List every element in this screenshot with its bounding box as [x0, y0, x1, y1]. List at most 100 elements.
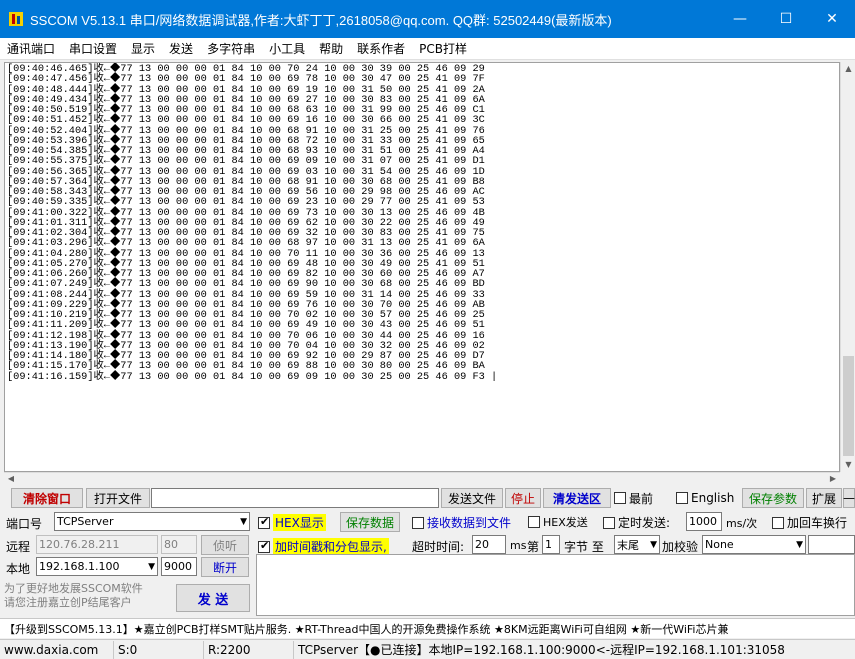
recv-to-file-checkbox-box[interactable] — [412, 516, 424, 529]
chevron-down-icon: ▼ — [148, 561, 155, 572]
scroll-right-icon[interactable]: ▶ — [826, 473, 840, 485]
front-checkbox[interactable]: 最前 — [614, 490, 653, 507]
receive-log[interactable]: [09:40:46.465]收←◆77 13 00 00 00 01 84 10… — [4, 62, 840, 472]
front-checkbox-box[interactable] — [614, 492, 626, 504]
nth-label: 第 — [527, 540, 540, 554]
byte-index-input[interactable]: 1 — [542, 535, 560, 554]
promo-ticker-text: 【升级到SSCOM5.13.1】★嘉立创PCB打样SMT贴片服务. ★RT-Th… — [4, 622, 729, 636]
hex-send-checkbox[interactable]: HEX发送 — [528, 514, 588, 530]
log-horizontal-scrollbar[interactable]: ◀ ▶ — [4, 472, 840, 484]
scroll-up-icon[interactable]: ▲ — [841, 62, 855, 76]
promo-ticker[interactable]: 【升级到SSCOM5.13.1】★嘉立创PCB打样SMT贴片服务. ★RT-Th… — [0, 618, 855, 638]
log-line: [09:41:11.209]收←◆77 13 00 00 00 01 84 10… — [7, 319, 485, 332]
english-checkbox-box[interactable] — [676, 492, 688, 504]
menu-multi-string[interactable]: 多字符串 — [200, 40, 262, 57]
menu-contact[interactable]: 联系作者 — [350, 40, 412, 57]
menu-bar: 通讯端口 串口设置 显示 发送 多字符串 小工具 帮助 联系作者 PCB打样 — [0, 38, 855, 60]
add-crlf-checkbox-box[interactable] — [772, 516, 784, 529]
clear-window-button[interactable]: 清除窗口 — [11, 488, 83, 508]
remote-port-input[interactable]: 80 — [161, 535, 197, 554]
stop-button[interactable]: 停止 — [505, 488, 541, 508]
action-toolbar: 清除窗口 打开文件 发送文件 停止 清发送区 最前 English 保存参数 扩… — [0, 486, 855, 510]
local-ip-select[interactable]: 192.168.1.100 ▼ — [36, 557, 158, 576]
status-bar: www.daxia.com S:0 R:2200 TCPserver【●已连接】… — [0, 639, 855, 659]
save-data-button[interactable]: 保存数据 — [340, 512, 400, 532]
local-port-input[interactable]: 9000 — [161, 557, 197, 576]
timeout-label: 超时时间: — [412, 540, 465, 554]
checksum-select[interactable]: None ▼ — [702, 535, 806, 554]
save-params-button[interactable]: 保存参数 — [742, 488, 804, 508]
port-select-value: TCPServer — [57, 515, 114, 528]
log-line: [09:40:47.456]收←◆77 13 00 00 00 01 84 10… — [7, 73, 485, 86]
timeout-unit: ms — [510, 539, 527, 552]
end-select-value: 末尾 — [617, 538, 639, 552]
extra-input[interactable] — [808, 535, 855, 554]
clear-send-button[interactable]: 清发送区 — [543, 488, 611, 508]
status-connection: TCPserver【●已连接】本地IP=192.168.1.100:9000<-… — [298, 643, 785, 657]
menu-send[interactable]: 发送 — [162, 40, 200, 57]
window-title: SSCOM V5.13.1 串口/网络数据调试器,作者:大虾丁丁,2618058… — [30, 12, 612, 28]
english-checkbox[interactable]: English — [676, 491, 734, 505]
log-line: [09:40:59.335]收←◆77 13 00 00 00 01 84 10… — [7, 196, 485, 209]
chevron-down-icon: ▼ — [650, 539, 657, 550]
hex-send-label: HEX发送 — [543, 516, 588, 529]
timestamp-checkbox[interactable]: 加时间戳和分包显示, — [258, 538, 389, 555]
hex-send-checkbox-box[interactable] — [528, 516, 540, 528]
disconnect-button[interactable]: 断开 — [201, 557, 249, 577]
recv-to-file-checkbox[interactable]: 接收数据到文件 — [412, 514, 511, 531]
chevron-down-icon: ▼ — [796, 539, 803, 550]
log-line: [09:41:15.170]收←◆77 13 00 00 00 01 84 10… — [7, 360, 485, 373]
menu-port[interactable]: 通讯端口 — [0, 40, 62, 57]
promo-line-1: 为了更好地发展SSCOM软件 — [4, 582, 143, 595]
hex-display-label: HEX显示 — [273, 514, 326, 531]
scroll-down-icon[interactable]: ▼ — [841, 458, 855, 472]
open-file-button[interactable]: 打开文件 — [86, 488, 150, 508]
remote-ip-input[interactable]: 120.76.28.211 — [36, 535, 158, 554]
expand-button[interactable]: 扩展 — [806, 488, 842, 508]
collapse-button[interactable]: — — [843, 488, 855, 508]
send-file-button[interactable]: 发送文件 — [441, 488, 503, 508]
send-button[interactable]: 发 送 — [176, 584, 250, 612]
menu-help[interactable]: 帮助 — [312, 40, 350, 57]
status-sent-count: S:0 — [114, 640, 204, 659]
send-textarea[interactable] — [256, 554, 855, 616]
port-label: 端口号 — [6, 517, 43, 531]
log-line: [09:41:07.249]收←◆77 13 00 00 00 01 84 10… — [7, 278, 485, 291]
checksum-label: 加校验 — [662, 540, 699, 554]
scroll-left-icon[interactable]: ◀ — [4, 473, 18, 485]
checksum-select-value: None — [705, 538, 734, 551]
timed-send-checkbox-box[interactable] — [603, 516, 615, 529]
maximize-button[interactable]: ☐ — [763, 0, 809, 38]
byte-to-label: 字节 至 — [564, 540, 604, 554]
menu-tools[interactable]: 小工具 — [262, 40, 312, 57]
minimize-button[interactable]: — — [717, 0, 763, 38]
hex-display-checkbox-box[interactable] — [258, 515, 270, 529]
port-select[interactable]: TCPServer ▼ — [54, 512, 250, 531]
log-vertical-scrollbar[interactable]: ▲ ▼ — [840, 62, 855, 472]
listen-button[interactable]: 侦听 — [201, 535, 249, 555]
menu-pcb[interactable]: PCB打样 — [412, 40, 474, 57]
title-bar: SSCOM V5.13.1 串口/网络数据调试器,作者:大虾丁丁,2618058… — [0, 0, 855, 38]
timestamp-label: 加时间戳和分包显示, — [273, 538, 389, 555]
scroll-thumb[interactable] — [843, 356, 854, 456]
interval-input[interactable]: 1000 — [686, 512, 722, 531]
file-path-input[interactable] — [151, 488, 439, 508]
menu-serial-settings[interactable]: 串口设置 — [62, 40, 124, 57]
log-line: [09:41:16.159]收←◆77 13 00 00 00 01 84 10… — [7, 370, 498, 383]
remote-label: 远程 — [6, 540, 31, 554]
hex-display-checkbox[interactable]: HEX显示 — [258, 514, 326, 531]
timeout-input[interactable]: 20 — [472, 535, 506, 554]
timed-send-checkbox[interactable]: 定时发送: — [603, 514, 670, 531]
log-line: [09:41:03.296]收←◆77 13 00 00 00 01 84 10… — [7, 237, 485, 250]
timed-send-label: 定时发送: — [618, 516, 671, 530]
status-recv-count: R:2200 — [204, 640, 294, 659]
status-site[interactable]: www.daxia.com — [0, 640, 114, 659]
timestamp-checkbox-box[interactable] — [258, 539, 270, 553]
log-line: [09:40:51.452]收←◆77 13 00 00 00 01 84 10… — [7, 114, 485, 127]
end-select[interactable]: 末尾 ▼ — [614, 535, 660, 554]
add-crlf-checkbox[interactable]: 加回车换行 — [772, 514, 847, 531]
promo-line-2: 请您注册嘉立创P结尾客户 — [4, 596, 132, 609]
menu-display[interactable]: 显示 — [124, 40, 162, 57]
recv-to-file-label: 接收数据到文件 — [427, 516, 512, 530]
close-button[interactable]: ✕ — [809, 0, 855, 38]
